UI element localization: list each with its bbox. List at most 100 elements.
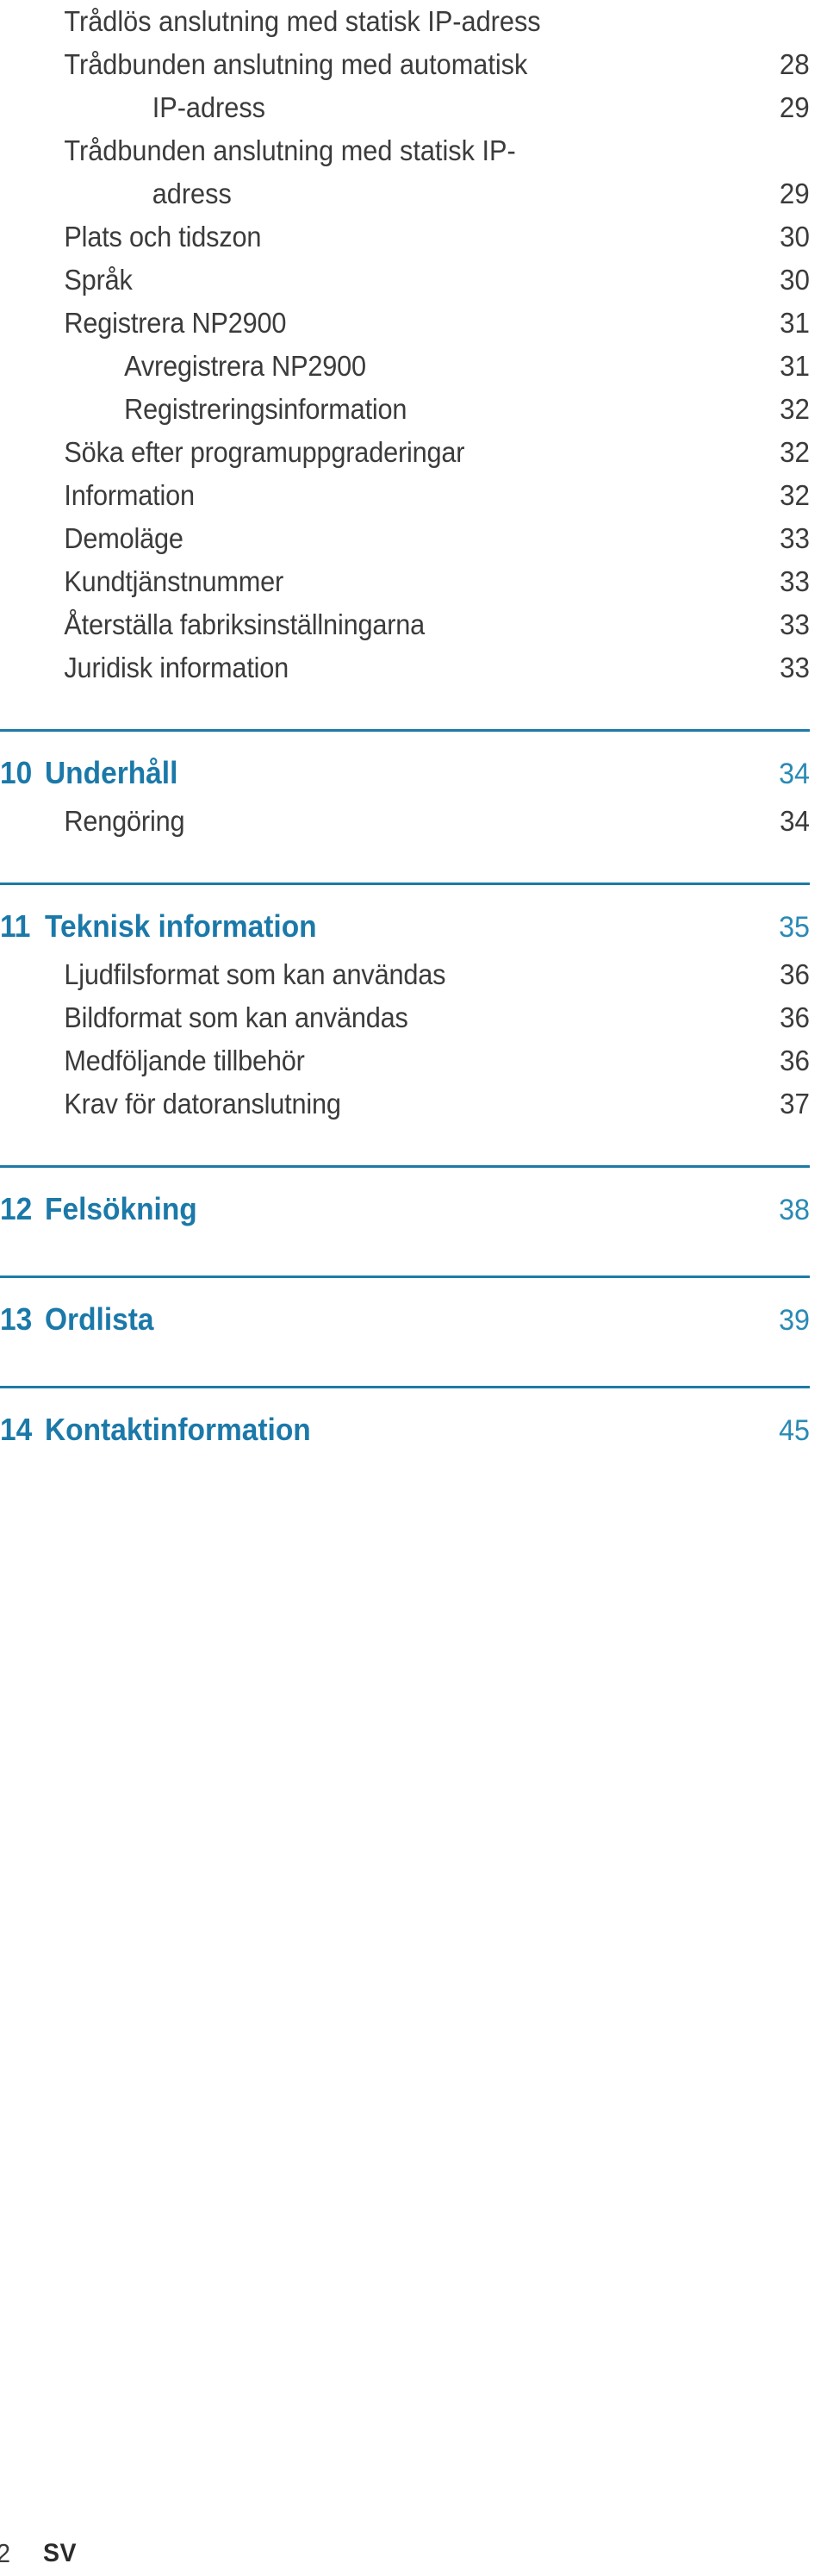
- chapter-title: Ordlista: [45, 1301, 154, 1337]
- chapter-number: 10: [0, 755, 33, 790]
- toc-entry[interactable]: Trådbunden anslutning med statisk IP-adr…: [0, 129, 810, 215]
- toc-entry-page-number: 33: [780, 565, 810, 597]
- toc-entry-label: Återställa fabriksinställningarna: [64, 608, 426, 640]
- toc-entry-row: Plats och tidszon 30: [0, 215, 810, 259]
- toc-chapter-entry[interactable]: 11 Teknisk information 35: [0, 904, 810, 950]
- toc-entry-page-number: 34: [780, 805, 810, 837]
- toc-entry-page-number: 30: [780, 221, 810, 253]
- chapter-number: 12: [0, 1191, 33, 1226]
- toc-entry[interactable]: Avregistrera NP2900 31: [0, 345, 810, 388]
- toc-chapter-entry[interactable]: 14 Kontaktinformation 45: [0, 1407, 810, 1453]
- toc-list: Trådlös anslutning med statisk IP-adress…: [0, 0, 827, 1456]
- toc-entry-page-number: 33: [780, 652, 810, 683]
- toc-entry-page-number: 32: [780, 436, 810, 468]
- toc-entry-page-number: 37: [780, 1088, 810, 1120]
- chapter-page-number: 35: [779, 911, 810, 944]
- toc-entry-row: Avregistrera NP2900 31: [0, 345, 810, 388]
- toc-entry-label: Demoläge: [64, 522, 183, 554]
- toc-entry-page-number: 29: [780, 91, 810, 123]
- toc-entry[interactable]: Plats och tidszon 30: [0, 215, 810, 259]
- toc-entry[interactable]: Trådbunden anslutning med automatisk IP-a…: [0, 43, 810, 129]
- toc-entry-page-number: 32: [780, 393, 810, 425]
- toc-entry-label: Rengöring: [64, 805, 185, 837]
- chapter-divider-rule: [0, 1386, 810, 1388]
- toc-entry-label: Medföljande tillbehör: [64, 1045, 305, 1076]
- toc-chapter-entry[interactable]: 10 Underhåll 34: [0, 751, 810, 796]
- toc-entry-page-number: 36: [780, 1001, 810, 1033]
- footer-language-code: SV: [43, 2539, 77, 2567]
- chapter-page-number: 45: [779, 1414, 810, 1447]
- toc-chapter-block: 13 Ordlista 39: [0, 1276, 810, 1346]
- toc-entry-label: Söka efter programuppgraderingar: [64, 436, 465, 468]
- toc-entry[interactable]: Rengöring 34: [0, 800, 810, 843]
- toc-entry[interactable]: Registreringsinformation 32: [0, 388, 810, 431]
- chapter-page-number: 38: [779, 1194, 810, 1226]
- toc-entry[interactable]: Krav för datoranslutning 37: [0, 1082, 810, 1126]
- toc-entry[interactable]: Registrera NP2900 31: [0, 302, 810, 345]
- toc-entry[interactable]: Återställa fabriksinställningarna 33: [0, 603, 810, 646]
- chapter-spacer: [0, 1453, 810, 1456]
- chapter-divider-rule: [0, 729, 810, 732]
- toc-entry-label: Registreringsinformation: [124, 393, 407, 425]
- toc-entry[interactable]: Kundtjänstnummer 33: [0, 560, 810, 603]
- chapter-number: 14: [0, 1412, 33, 1447]
- toc-entry[interactable]: Ljudfilsformat som kan användas 36: [0, 953, 810, 996]
- toc-entry-label: Avregistrera NP2900: [124, 350, 366, 382]
- chapter-title: Kontaktinformation: [45, 1412, 311, 1447]
- toc-entry[interactable]: Språk 30: [0, 259, 810, 302]
- toc-entry-label: Registrera NP2900: [64, 307, 287, 339]
- toc-entry-label: Juridisk information: [64, 652, 289, 683]
- toc-entry-label-continued: adress: [152, 178, 232, 209]
- toc-entry-label: Språk: [64, 264, 133, 296]
- chapter-title: Felsökning: [45, 1191, 197, 1226]
- toc-entry-row: Registrera NP2900 31: [0, 302, 810, 345]
- toc-entry-label: Bildformat som kan användas: [64, 1001, 408, 1033]
- toc-entry[interactable]: Söka efter programuppgraderingar 32: [0, 431, 810, 474]
- footer-page-number: 2: [0, 2536, 10, 2571]
- toc-chapter-block: 11 Teknisk information 35 Ljudfilsformat so…: [0, 883, 810, 1126]
- toc-entry-row: Bildformat som kan användas 36: [0, 996, 810, 1039]
- toc-entry-row: Rengöring 34: [0, 800, 810, 843]
- toc-entry-label: Plats och tidszon: [64, 221, 262, 253]
- toc-chapter-entry[interactable]: 12 Felsökning 38: [0, 1187, 810, 1232]
- toc-entry[interactable]: Information 32: [0, 474, 810, 517]
- toc-entry-label: Trådlös anslutning med statisk IP-adress: [64, 5, 541, 37]
- toc-entry-page-number: 31: [780, 350, 810, 382]
- chapter-divider-rule: [0, 883, 810, 885]
- toc-entry-row: Kundtjänstnummer 33: [0, 560, 810, 603]
- toc-entry-row: Söka efter programuppgraderingar 32: [0, 431, 810, 474]
- toc-entry[interactable]: Bildformat som kan användas 36: [0, 996, 810, 1039]
- chapter-divider-rule: [0, 1276, 810, 1278]
- toc-entry-page-number: 36: [780, 1045, 810, 1076]
- page-footer: 2 SV: [0, 2519, 827, 2571]
- toc-chapter-entry[interactable]: 13 Ordlista 39: [0, 1297, 810, 1343]
- toc-entry-row: Krav för datoranslutning 37: [0, 1082, 810, 1126]
- toc-entry[interactable]: Juridisk information 33: [0, 646, 810, 689]
- toc-chapter-block: 14 Kontaktinformation 45: [0, 1386, 810, 1456]
- chapter-title: Teknisk information: [45, 908, 317, 944]
- toc-entry-row: Medföljande tillbehör 36: [0, 1039, 810, 1082]
- toc-entry-row: Språk 30: [0, 259, 810, 302]
- toc-entry-label: Ljudfilsformat som kan användas: [64, 958, 446, 990]
- toc-entry[interactable]: Trådlös anslutning med statisk IP-adress…: [0, 0, 810, 80]
- chapter-page-number: 34: [779, 758, 810, 790]
- toc-entry[interactable]: Demoläge 33: [0, 517, 810, 560]
- toc-chapter-block: 12 Felsökning 38: [0, 1165, 810, 1236]
- chapter-number: 11: [0, 908, 31, 944]
- toc-entry-row: Återställa fabriksinställningarna 33: [0, 603, 810, 646]
- toc-entry-label: Information: [64, 479, 195, 511]
- chapter-title: Underhåll: [45, 755, 178, 790]
- toc-entry[interactable]: Medföljande tillbehör 36: [0, 1039, 810, 1082]
- toc-entry-row: Demoläge 33: [0, 517, 810, 560]
- toc-entry-page-number: 36: [780, 958, 810, 990]
- toc-entry-row: Juridisk information 33: [0, 646, 810, 689]
- toc-entry-label: Trådbunden anslutning med automatisk: [64, 48, 528, 80]
- chapter-divider-rule: [0, 1165, 810, 1168]
- toc-entry-page-number: 32: [780, 479, 810, 511]
- toc-entry-label: Kundtjänstnummer: [64, 565, 284, 597]
